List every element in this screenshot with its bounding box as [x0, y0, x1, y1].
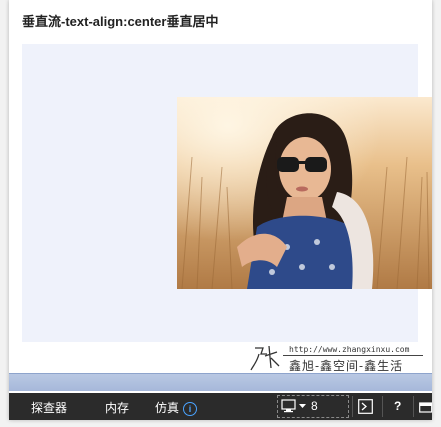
- toolbar-separator: [382, 396, 383, 417]
- page-title: 垂直流-text-align:center垂直居中: [22, 14, 219, 29]
- monitor-icon: [281, 399, 296, 413]
- info-icon[interactable]: i: [183, 402, 198, 416]
- help-icon[interactable]: ?: [394, 399, 401, 413]
- watermark-divider: [283, 355, 423, 356]
- centered-photo: [177, 97, 432, 289]
- devtools-splitter[interactable]: [9, 373, 432, 391]
- tab-dom-explorer[interactable]: 探查器: [31, 399, 67, 416]
- document-mode-value: 8: [311, 399, 318, 413]
- toolbar-separator: [413, 396, 414, 417]
- demo-container: [22, 44, 432, 342]
- browser-window: 垂直流-text-align:center垂直居中 http://www.zha…: [9, 0, 432, 420]
- window-icon[interactable]: [419, 400, 432, 413]
- devtools-toolbar: 探查器 内存 仿真 i 8 ?: [9, 393, 432, 420]
- console-icon[interactable]: [358, 399, 373, 414]
- document-mode-selector[interactable]: 8: [277, 395, 349, 418]
- tab-emulation[interactable]: 仿真 i: [155, 399, 198, 416]
- dropdown-arrow-icon: [299, 404, 306, 408]
- watermark: 张 http://www.zhangxinxu.com 鑫旭-鑫空间-鑫生活: [249, 344, 429, 374]
- watermark-url: http://www.zhangxinxu.com: [289, 345, 410, 354]
- watermark-tagline: 鑫旭-鑫空间-鑫生活: [289, 359, 404, 373]
- photo-image: [177, 97, 432, 289]
- toolbar-separator: [352, 396, 353, 417]
- tab-emulation-label: 仿真: [155, 401, 180, 415]
- tab-memory[interactable]: 内存: [105, 399, 129, 416]
- signature-mark: [250, 345, 280, 371]
